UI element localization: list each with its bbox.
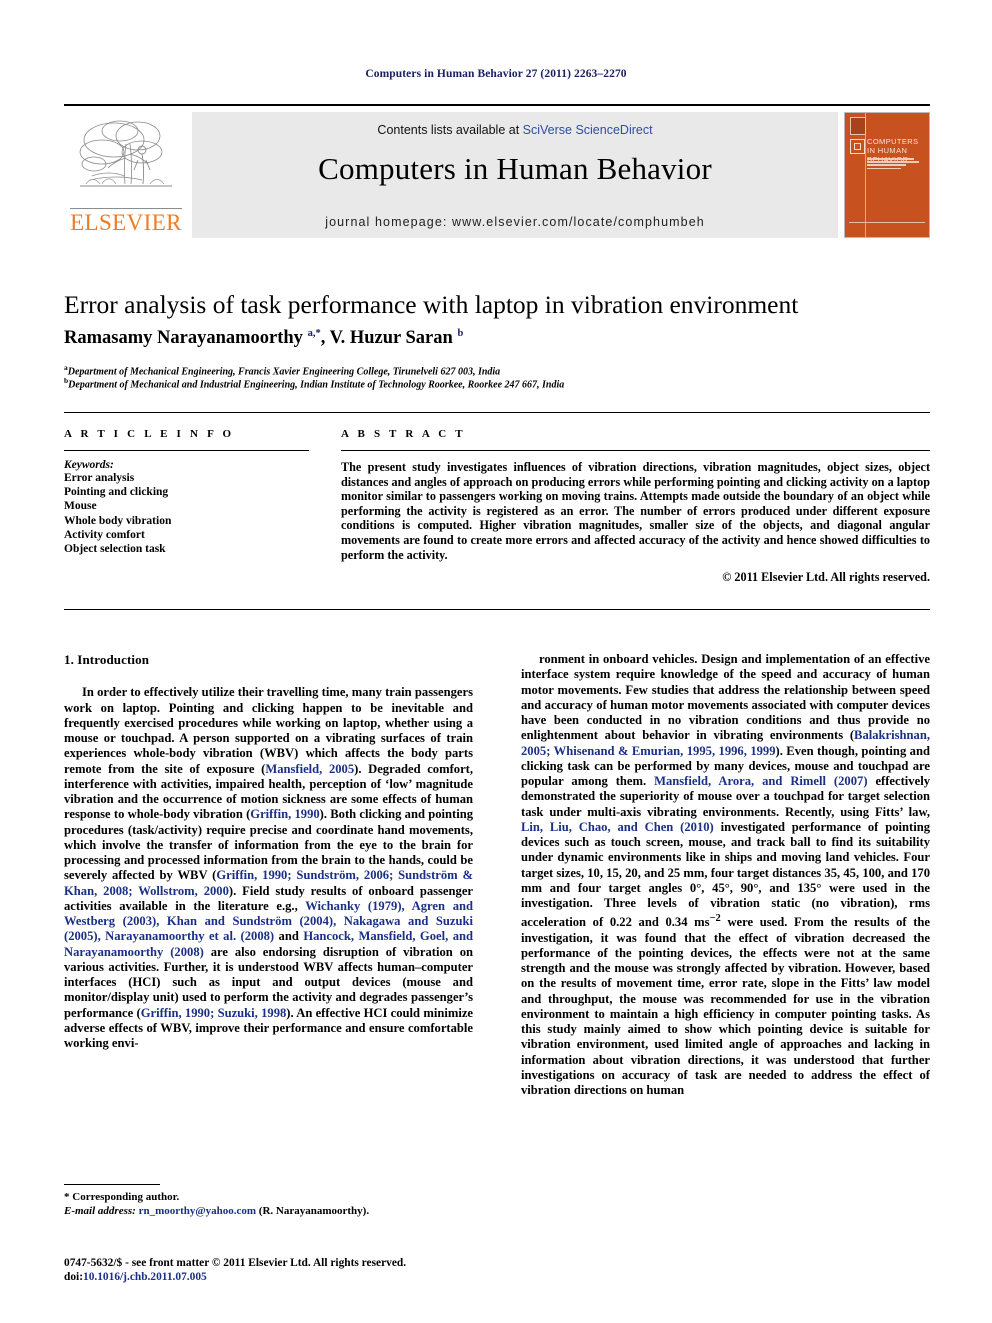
email-note: E-mail address: rn_moorthy@yahoo.com (R.…: [64, 1205, 473, 1219]
keyword-item: Mouse: [64, 500, 97, 513]
article-info-abstract-block: A R T I C L E I N F O Keywords: Error an…: [64, 412, 930, 610]
body-text: investigated performance of pointing dev…: [521, 819, 930, 930]
keyword-item: Error analysis: [64, 472, 135, 484]
elsevier-wordmark: ELSEVIER: [70, 210, 182, 235]
keyword-item: Activity comfort: [64, 528, 145, 541]
keywords-label: Keywords:: [64, 459, 114, 471]
section-heading-introduction: 1. Introduction: [64, 652, 150, 667]
body-text: were used. From the results of the inves…: [521, 915, 930, 1098]
author-list: Ramasamy Narayanamoorthy a,*, V. Huzur S…: [64, 328, 464, 349]
affiliation-b: bDepartment of Mechanical and Industrial…: [64, 376, 565, 391]
imprint-block: 0747-5632/$ - see front matter © 2011 El…: [64, 1256, 524, 1284]
sciencedirect-link[interactable]: SciVerse ScienceDirect: [523, 123, 653, 137]
journal-cover-thumbnail: COMPUTERS IN HUMAN BEHAVIOR: [844, 112, 930, 238]
keyword-item: Object selection task: [64, 543, 166, 556]
footnote-block: * Corresponding author. E-mail address: …: [64, 1191, 473, 1218]
body-text: and: [274, 929, 304, 944]
contents-prefix: Contents lists available at: [377, 123, 523, 137]
article-info-column: A R T I C L E I N F O Keywords: Error an…: [64, 413, 309, 556]
citation-link[interactable]: Griffin, 1990; Suzuki, 1998: [141, 1006, 287, 1020]
cover-subtitle-lines: [867, 158, 923, 171]
doi-label: doi:: [64, 1271, 83, 1283]
email-label: E-mail address:: [64, 1204, 136, 1217]
elsevier-logo: ELSEVIER: [64, 112, 188, 238]
issn-front-matter: 0747-5632/$ - see front matter © 2011 El…: [64, 1257, 407, 1269]
cover-mark-icon: [850, 139, 865, 154]
journal-masthead: ELSEVIER Contents lists available at Sci…: [64, 104, 930, 240]
journal-homepage[interactable]: journal homepage: www.elsevier.com/locat…: [192, 215, 838, 229]
abstract-column: A B S T R A C T The present study invest…: [341, 413, 930, 585]
superscript-unit: −2: [709, 913, 721, 925]
keyword-item: Whole body vibration: [64, 514, 172, 527]
email-owner: (R. Narayanamoorthy).: [258, 1204, 370, 1217]
elsevier-divider: [70, 208, 182, 209]
doi-line: doi:10.1016/j.chb.2011.07.005: [64, 1270, 524, 1284]
intro-paragraph-left: In order to effectively utilize their tr…: [64, 685, 473, 1051]
citation-link[interactable]: Mansfield, 2005: [265, 762, 354, 776]
page-title: Error analysis of task performance with …: [64, 290, 799, 319]
affiliation-b-text: Department of Mechanical and Industrial …: [68, 379, 565, 391]
doi-value[interactable]: 10.1016/j.chb.2011.07.005: [83, 1271, 207, 1283]
elsevier-tree-icon: [72, 114, 180, 206]
citation-link[interactable]: Lin, Liu, Chao, and Chen (2010): [521, 820, 714, 834]
journal-title: Computers in Human Behavior: [318, 151, 712, 186]
body-column-left: 1. Introduction In order to effectively …: [64, 652, 473, 1051]
paper-page: Computers in Human Behavior 27 (2011) 22…: [0, 0, 992, 1323]
footnote-divider: [64, 1184, 160, 1185]
abstract-heading: A B S T R A C T: [341, 428, 466, 440]
intro-paragraph-right: ronment in onboard vehicles. Design and …: [521, 652, 930, 1098]
citation-link[interactable]: Griffin, 1990: [250, 807, 319, 821]
cover-publisher-icon: [850, 117, 866, 135]
corresponding-author-note: * Corresponding author.: [64, 1191, 180, 1203]
abstract-text: The present study investigates influence…: [341, 460, 930, 562]
body-column-right: ronment in onboard vehicles. Design and …: [521, 652, 930, 1098]
keywords-list: Error analysis Pointing and clicking Mouse…: [64, 471, 309, 556]
citation-link[interactable]: Mansfield, Arora, and Rimell (2007): [654, 774, 867, 788]
masthead-panel: Contents lists available at SciVerse Sci…: [192, 112, 838, 238]
running-head: Computers in Human Behavior 27 (2011) 22…: [365, 68, 627, 80]
copyright-line: © 2011 Elsevier Ltd. All rights reserved…: [722, 570, 930, 585]
article-info-heading: A R T I C L E I N F O: [64, 428, 235, 440]
keyword-item: Pointing and clicking: [64, 486, 169, 499]
email-address[interactable]: rn_moorthy@yahoo.com: [139, 1205, 256, 1217]
contents-list-line: Contents lists available at SciVerse Sci…: [192, 123, 838, 137]
